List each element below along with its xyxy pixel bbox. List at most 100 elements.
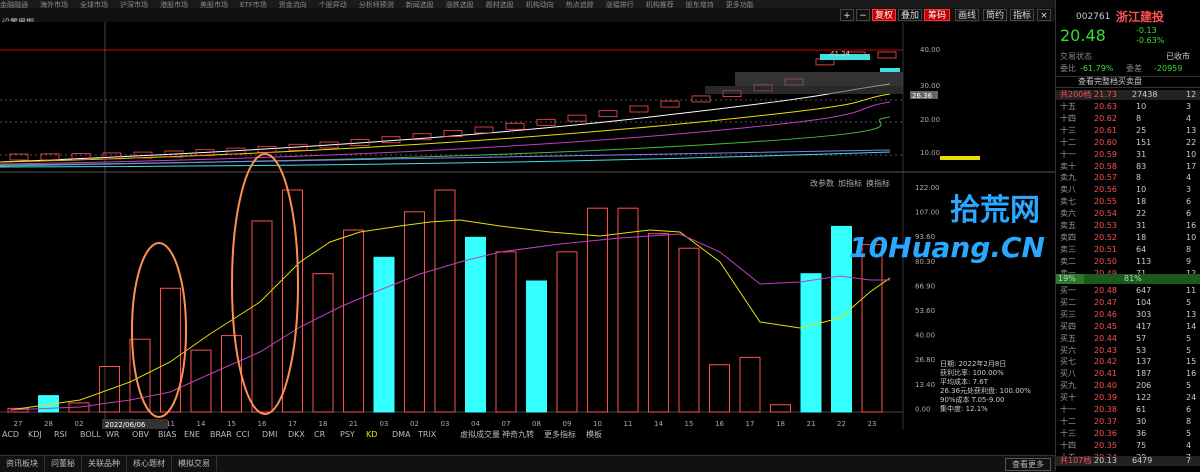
ask-row[interactable]: 卖七 20.55 18 6 — [1056, 197, 1200, 207]
ask-row[interactable]: 十四 20.62 8 4 — [1056, 114, 1200, 124]
info-range: 26.36元处获利盘: 100.00% — [940, 387, 1031, 395]
draw-button[interactable]: 画线 — [955, 9, 979, 21]
ask-row[interactable]: 卖八 20.56 10 3 — [1056, 185, 1200, 195]
close-icon[interactable]: × — [1037, 9, 1051, 21]
ind-tab[interactable]: TRIX — [418, 429, 436, 440]
bid-row[interactable]: 买五 20.44 57 5 — [1056, 334, 1200, 344]
indicator-button[interactable]: 指标 — [1010, 9, 1034, 21]
bid-row[interactable]: 十一 20.38 61 6 — [1056, 405, 1200, 415]
ask-row[interactable]: 卖十 20.58 83 17 — [1056, 162, 1200, 172]
bid-row[interactable]: 十三 20.36 36 5 — [1056, 429, 1200, 439]
price-marker-text: 26.36 — [912, 92, 933, 100]
ask-row[interactable]: 卖四 20.52 18 10 — [1056, 233, 1200, 243]
chart-area: 40.00 30.00 20.00 10.00 26.36 41.24 122.… — [0, 22, 1055, 429]
x-axis-label: 23 — [868, 420, 877, 428]
ind-tab[interactable]: KDJ — [28, 429, 42, 440]
info-cost: 90%成本 T.05-9.00 — [940, 396, 1005, 404]
ind-tab[interactable]: BOLL — [80, 429, 101, 440]
x-axis-label: 16 — [258, 420, 267, 428]
plus-icon[interactable]: + — [840, 9, 854, 21]
more-button[interactable]: 查看更多 — [1005, 458, 1051, 471]
ask-row[interactable]: 卖二 20.50 113 9 — [1056, 257, 1200, 267]
ask-row[interactable]: 卖五 20.53 31 16 — [1056, 221, 1200, 231]
bid-row[interactable]: 买六 20.43 53 5 — [1056, 346, 1200, 356]
ind-tab[interactable]: DKX — [288, 429, 305, 440]
x-axis-label: 09 — [563, 420, 572, 428]
price-axis-label: 40.00 — [920, 46, 940, 54]
ind-axis-label: 53.60 — [915, 307, 935, 315]
price-axis-label: 10.00 — [920, 149, 940, 157]
ind-tab[interactable]: CR — [314, 429, 325, 440]
watermark-top: 拾荒网 — [950, 193, 1040, 228]
ind-tab[interactable]: 模板 — [586, 429, 602, 440]
adjust-button[interactable]: 复权 — [872, 9, 896, 21]
ind-tab[interactable]: CCI — [236, 429, 250, 440]
ind-axis-label: 26.80 — [915, 356, 935, 364]
full-book-row: 查看完整档买卖盘 — [1056, 76, 1200, 88]
x-axis-label: 08 — [532, 420, 541, 428]
overlay-button[interactable]: 叠加 — [898, 9, 922, 21]
ind-tab[interactable]: KD — [366, 429, 377, 440]
ind-axis-label: 107.00 — [915, 209, 940, 217]
ind-tab[interactable]: RSI — [54, 429, 67, 440]
ind-tab[interactable]: PSY — [340, 429, 355, 440]
simple-button[interactable]: 简约 — [983, 9, 1007, 21]
bottom-tab[interactable]: 核心题材 — [127, 456, 172, 471]
bid-row[interactable]: 买一 20.48 647 11 — [1056, 286, 1200, 296]
bid-row[interactable]: 买四 20.45 417 14 — [1056, 322, 1200, 332]
x-axis-label: 14 — [654, 420, 663, 428]
ind-tab[interactable]: BRAR — [210, 429, 232, 440]
bottom-tab[interactable]: 关联品种 — [82, 456, 127, 471]
switch-indicator[interactable]: 换指标 — [866, 178, 890, 188]
bid-row[interactable]: 买七 20.42 137 15 — [1056, 357, 1200, 367]
chip-bar — [705, 86, 903, 94]
ind-tab[interactable]: OBV — [132, 429, 149, 440]
ind-tab[interactable]: 虚拟成交量 — [460, 429, 500, 440]
x-axis-label: 27 — [14, 420, 23, 428]
minus-icon[interactable]: − — [856, 9, 870, 21]
stock-header: 002761 浙江建投 — [1056, 10, 1200, 24]
edit-params[interactable]: 改参数 — [810, 178, 834, 188]
x-axis-label: 11 — [624, 420, 633, 428]
ask-row[interactable]: 卖六 20.54 22 6 — [1056, 209, 1200, 219]
bid-row[interactable]: 买三 20.46 303 13 — [1056, 310, 1200, 320]
stock-code: 002761 — [1076, 12, 1111, 22]
ind-tab[interactable]: DMA — [392, 429, 411, 440]
bid-row[interactable]: 买九 20.40 206 5 — [1056, 381, 1200, 391]
x-axis-label: 15 — [685, 420, 694, 428]
ind-tab[interactable]: ENE — [184, 429, 200, 440]
ind-tab[interactable]: 神奇九转 — [502, 429, 534, 440]
ind-tab[interactable]: 更多指标 — [544, 429, 576, 440]
date-label: 2022/06/06 — [105, 421, 146, 429]
bid-row[interactable]: 买八 20.41 187 16 — [1056, 369, 1200, 379]
ind-bar — [526, 280, 547, 413]
add-indicator[interactable]: 加指标 — [838, 178, 862, 188]
bottom-tab[interactable]: 模拟交易 — [172, 456, 217, 471]
bid-row[interactable]: 十二 20.37 30 8 — [1056, 417, 1200, 427]
bid-row[interactable]: 买二 20.47 104 5 — [1056, 298, 1200, 308]
x-axis-label: 14 — [197, 420, 206, 428]
ask-row[interactable]: 十五 20.63 10 3 — [1056, 102, 1200, 112]
ask-row[interactable]: 十二 20.60 151 22 — [1056, 138, 1200, 148]
bid-row[interactable]: 十四 20.35 75 4 — [1056, 441, 1200, 451]
bid-row[interactable]: 买十 20.39 122 24 — [1056, 393, 1200, 403]
ind-tab[interactable]: ACD — [2, 429, 19, 440]
ask-row[interactable]: 十一 20.59 31 10 — [1056, 150, 1200, 160]
ind-tab[interactable]: WR — [106, 429, 119, 440]
full-book-link[interactable]: 查看完整档买卖盘 — [1078, 77, 1142, 87]
ind-tab[interactable]: BIAS — [158, 429, 176, 440]
chips-button[interactable]: 筹码 — [924, 9, 950, 21]
bottom-tab[interactable]: 资讯板块 — [0, 456, 45, 471]
stock-pct: -0.63% — [1136, 36, 1165, 45]
ind-axis-label: 40.00 — [915, 332, 935, 340]
order-book-panel: 002761 浙江建投 20.48 -0.13 -0.63% 交易状态 已收市 … — [1055, 0, 1200, 471]
ind-tab[interactable]: DMI — [262, 429, 277, 440]
watermark-bottom: 10Huang.CN — [849, 231, 1045, 264]
ask-row[interactable]: 卖九 20.57 8 4 — [1056, 173, 1200, 183]
x-axis-label: 21 — [807, 420, 816, 428]
ind-axis-label: 66.90 — [915, 282, 935, 290]
ask-row[interactable]: 卖三 20.51 64 8 — [1056, 245, 1200, 255]
bottom-tab[interactable]: 问董秘 — [45, 456, 82, 471]
ask-row[interactable]: 十三 20.61 25 13 — [1056, 126, 1200, 136]
ind-bar — [465, 236, 486, 413]
